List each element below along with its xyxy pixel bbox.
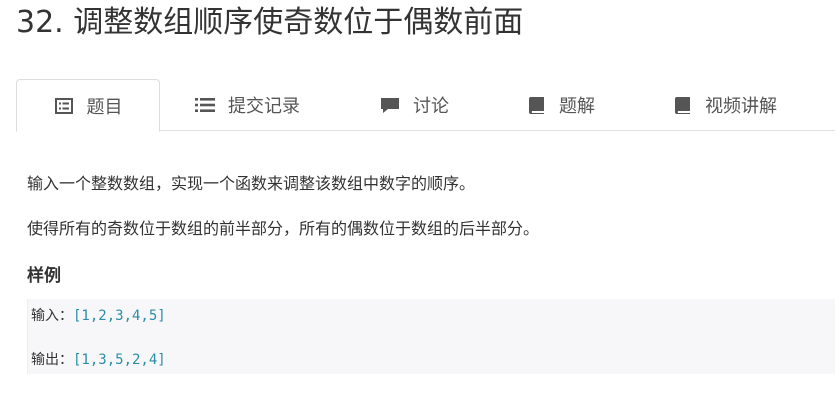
sample-code-block: 输入：[1,2,3,4,5] 输出：[1,3,5,2,4]	[27, 299, 835, 374]
problem-page: 32. 调整数组顺序使奇数位于偶数前面 题目 提交记录 讨论 题解 视频讲解 输…	[0, 0, 835, 398]
sample-output-line: 输出：[1,3,5,2,4]	[31, 349, 166, 369]
tab-solutions[interactable]: 题解	[526, 79, 595, 130]
description-line-1: 输入一个整数数组，实现一个函数来调整该数组中数字的顺序。	[27, 174, 476, 193]
tab-video[interactable]: 视频讲解	[672, 79, 777, 130]
book-icon	[672, 95, 692, 115]
sample-input-value: [1,2,3,4,5]	[73, 308, 166, 324]
tab-solutions-label: 题解	[559, 95, 595, 117]
page-title: 32. 调整数组顺序使奇数位于偶数前面	[16, 5, 524, 40]
description-line-2: 使得所有的奇数位于数组的前半部分，所有的偶数位于数组的后半部分。	[27, 219, 540, 238]
sample-heading: 样例	[27, 266, 61, 286]
sample-output-value: [1,3,5,2,4]	[73, 352, 166, 368]
tab-submissions[interactable]: 提交记录	[195, 79, 300, 130]
sample-input-label: 输入：	[31, 308, 73, 324]
sample-output-label: 输出：	[31, 352, 73, 368]
tab-discussion[interactable]: 讨论	[380, 79, 449, 130]
tab-video-label: 视频讲解	[705, 95, 777, 117]
list-lines-icon	[195, 95, 215, 115]
tab-submissions-label: 提交记录	[228, 95, 300, 117]
tab-discussion-label: 讨论	[413, 95, 449, 117]
problem-tabs: 题目 提交记录 讨论 题解 视频讲解	[16, 79, 835, 132]
list-box-icon	[54, 96, 74, 116]
tab-problem-label: 题目	[86, 96, 123, 118]
tab-problem[interactable]: 题目	[16, 79, 160, 132]
sample-input-line: 输入：[1,2,3,4,5]	[31, 305, 166, 325]
comment-icon	[380, 95, 400, 115]
book-icon	[526, 95, 546, 115]
